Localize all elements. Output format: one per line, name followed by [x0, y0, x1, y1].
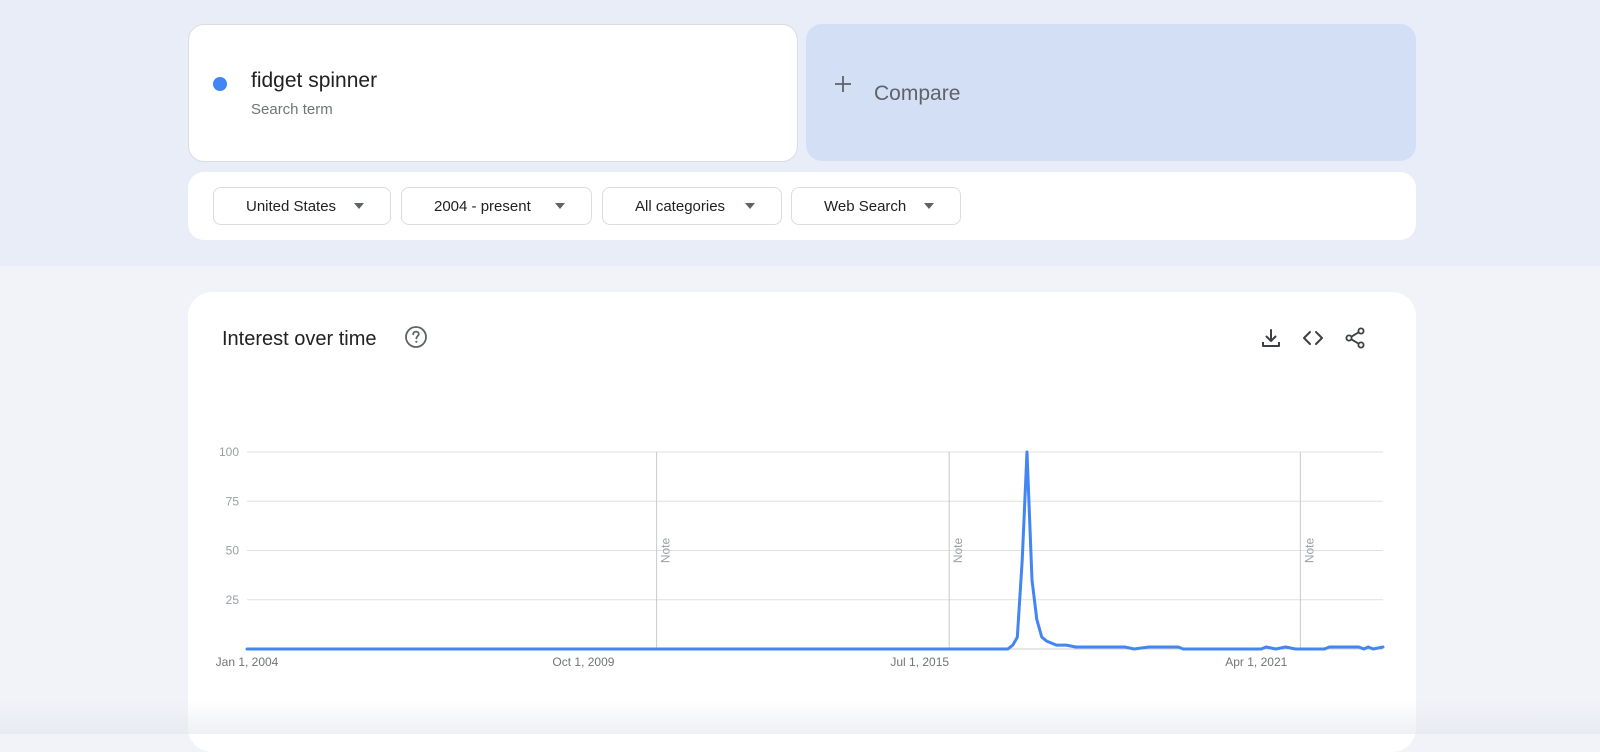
time-range-dropdown[interactable]: 2004 - present — [401, 187, 592, 225]
y-tick-label: 25 — [226, 593, 240, 607]
bottom-fade — [0, 700, 1600, 734]
x-tick-label: Jul 1, 2015 — [890, 655, 949, 669]
chevron-down-icon — [924, 203, 934, 209]
region-label: United States — [246, 197, 337, 215]
time-range-label: 2004 - present — [434, 197, 531, 215]
term-color-dot — [213, 77, 227, 91]
category-dropdown[interactable]: All categories — [602, 187, 782, 225]
x-tick-label: Oct 1, 2009 — [552, 655, 614, 669]
y-tick-label: 100 — [219, 445, 239, 459]
compare-label: Compare — [874, 82, 961, 105]
chevron-down-icon — [555, 203, 565, 209]
x-tick-label: Jan 1, 2004 — [216, 655, 279, 669]
region-dropdown[interactable]: United States — [213, 187, 391, 225]
annotation-note-label: Note — [1302, 538, 1316, 564]
search-term-card[interactable]: fidget spinner Search term — [188, 24, 798, 162]
x-tick-label: Apr 1, 2021 — [1225, 655, 1287, 669]
search-term-type: Search term — [251, 101, 333, 118]
interest-chart[interactable]: 25 50 75 100 Note Note Note Jan 1, 2004 Oct 1, 2… — [188, 292, 1416, 732]
filter-bar: United States 2004 - present All categor… — [188, 172, 1416, 240]
search-term-name[interactable]: fidget spinner — [251, 69, 377, 93]
chevron-down-icon — [745, 203, 755, 209]
annotation-note-label: Note — [659, 538, 673, 564]
annotation-note-label: Note — [951, 538, 965, 564]
compare-button[interactable]: Compare — [806, 24, 1416, 161]
property-dropdown[interactable]: Web Search — [791, 187, 961, 225]
y-tick-label: 50 — [226, 544, 240, 558]
y-tick-label: 75 — [226, 494, 240, 508]
interest-over-time-card: Interest over time 25 50 75 100 Note Note Note… — [188, 292, 1416, 752]
category-label: All categories — [635, 197, 726, 215]
property-label: Web Search — [824, 197, 907, 215]
plus-icon — [835, 76, 851, 92]
chevron-down-icon — [354, 203, 364, 209]
